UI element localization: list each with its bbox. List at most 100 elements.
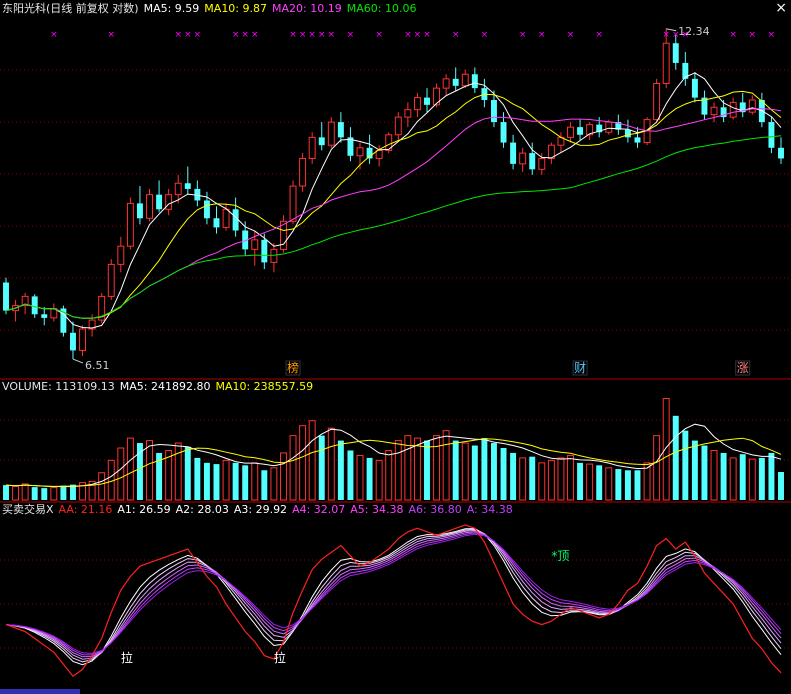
volume-bar: [662, 397, 670, 501]
signal-marker: ×: [749, 30, 757, 40]
candle: [308, 132, 316, 164]
candle: [452, 67, 459, 91]
signal-la-label-1: 拉: [121, 650, 133, 665]
volume-bar: [672, 415, 679, 500]
volume-bar: [510, 452, 517, 500]
candle-body: [519, 152, 527, 165]
candle-body: [490, 100, 497, 123]
close-icon[interactable]: ×: [775, 1, 787, 15]
candle-body: [136, 203, 143, 219]
volume-bar: [299, 425, 307, 501]
volume-bar: [146, 440, 153, 501]
volume-bar: [701, 445, 708, 500]
candle: [41, 307, 48, 326]
candle-body: [261, 239, 268, 263]
event-bang-badge: 榜: [287, 360, 299, 375]
signal-marker: ×: [347, 30, 355, 40]
candle-body: [308, 136, 316, 159]
volume-bar: [519, 457, 527, 501]
price-title: 东阳光科(日线 前复权 对数): [2, 2, 139, 15]
candle-body: [107, 263, 115, 297]
ma10-line: [5, 90, 782, 319]
candle-body: [318, 137, 325, 146]
volume-bar: [366, 457, 373, 500]
volume-bar: [184, 446, 191, 500]
volume-bar: [327, 427, 335, 501]
volume-bar: [213, 464, 220, 500]
volume-bar: [174, 442, 182, 501]
candle-body: [778, 147, 784, 159]
low-label: 6.51: [85, 359, 110, 372]
candle-body: [31, 296, 38, 315]
volume-bar: [12, 485, 20, 501]
candle-body: [299, 157, 307, 187]
candle-body: [356, 147, 364, 157]
candle-body: [500, 122, 507, 143]
volume-bar: [394, 440, 402, 501]
candle: [194, 180, 201, 207]
volume-bar: [433, 435, 441, 501]
signal-marker: ×: [184, 30, 192, 40]
candle: [280, 215, 287, 253]
candle: [50, 303, 58, 322]
volume-bar: [500, 448, 507, 500]
volume-bar: [442, 430, 450, 501]
signal-ding-label: *顶: [551, 549, 569, 563]
candle: [347, 127, 354, 162]
candle: [213, 206, 220, 234]
candle: [519, 147, 527, 173]
volume-bar: [748, 458, 756, 501]
signal-marker: ×: [107, 30, 115, 40]
indicator-a5-label: A5: 34.38: [350, 503, 404, 516]
candle-body: [79, 328, 87, 351]
volume-bar: [471, 445, 478, 500]
signal-marker: ×: [308, 30, 316, 40]
signal-marker: ×: [289, 30, 297, 40]
signal-marker: ×: [241, 30, 249, 40]
candle-body: [413, 97, 421, 111]
candle: [634, 127, 641, 148]
event-cai-badge: 财: [574, 361, 586, 375]
volume-bar: [557, 457, 565, 501]
signal-marker: ×: [299, 30, 307, 40]
volume-bar: [452, 440, 459, 500]
volume-bar: [308, 420, 316, 501]
volume-bar: [577, 462, 584, 500]
volume-bar: [490, 443, 497, 500]
high-label: 12.34: [678, 25, 710, 38]
candle: [394, 112, 402, 140]
ma5-line: [5, 72, 782, 329]
candle-body: [375, 149, 383, 159]
signal-marker: ×: [729, 30, 737, 40]
candle-body: [222, 208, 230, 228]
volume-bar: [3, 485, 9, 500]
stock-chart-svg[interactable]: × × × × × × × × × × × × × × × × × × × × × × × × × × × × × ×12.346.51 榜…: [0, 0, 791, 694]
candle: [547, 142, 555, 164]
candle: [70, 321, 76, 360]
candle: [510, 134, 517, 170]
signal-marker: ×: [375, 30, 383, 40]
candle-body: [710, 106, 718, 116]
candle-body: [41, 314, 48, 318]
candle-body: [529, 153, 536, 170]
candle-body: [691, 78, 698, 98]
volume-bar: [778, 471, 784, 500]
signal-marker: ×: [232, 30, 240, 40]
volume-bar: [653, 435, 661, 501]
candle-body: [404, 109, 412, 118]
candle-body: [605, 121, 613, 133]
signal-marker: ×: [328, 30, 336, 40]
volume-bar: [251, 462, 259, 501]
volume-bar: [203, 462, 210, 500]
volume-bar: [691, 440, 698, 500]
candle: [299, 153, 307, 192]
volume-bar: [60, 485, 67, 500]
candle: [413, 92, 421, 118]
volume-bar: [242, 465, 249, 500]
candle: [653, 78, 661, 123]
candle-body: [471, 74, 478, 89]
volume-bar: [356, 454, 364, 501]
candle-body: [251, 239, 259, 250]
candle: [624, 119, 631, 143]
volume-bar: [318, 435, 325, 500]
